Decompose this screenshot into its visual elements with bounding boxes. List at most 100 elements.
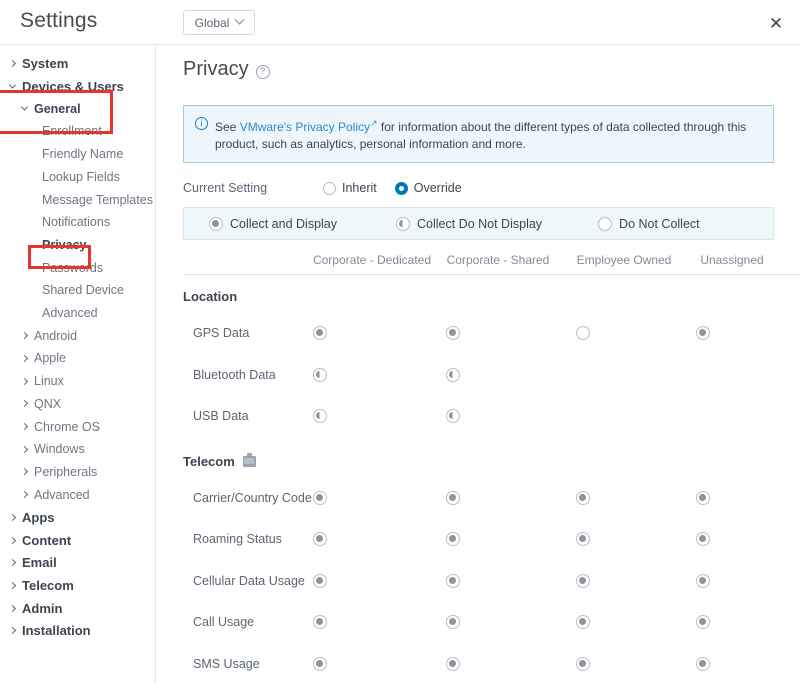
sidebar-item-label: Advanced: [42, 306, 98, 321]
table-row: Carrier/Country Code: [157, 488, 800, 510]
legend-item-empty[interactable]: Do Not Collect: [598, 216, 700, 231]
current-setting-radio-override[interactable]: Override: [394, 181, 462, 195]
sidebar-item-peripherals[interactable]: Peripherals: [0, 461, 155, 484]
privacy-state-toggle[interactable]: [313, 573, 327, 588]
privacy-state-toggle[interactable]: [446, 326, 460, 340]
sidebar-item-label: Passwords: [42, 260, 104, 275]
sidebar-item-advanced[interactable]: Advanced: [0, 483, 155, 506]
privacy-state-toggle[interactable]: [696, 615, 710, 629]
privacy-state-toggle[interactable]: [313, 367, 327, 382]
column-header: Employee Owned: [576, 253, 672, 267]
sidebar-item-general[interactable]: General: [0, 97, 155, 120]
row-label: Call Usage: [193, 615, 255, 629]
sidebar-item-enrollment[interactable]: Enrollment: [0, 120, 155, 143]
privacy-state-toggle[interactable]: [696, 490, 710, 505]
sidebar-item-chrome-os[interactable]: Chrome OS: [0, 415, 155, 438]
external-link-icon: ↗: [370, 118, 378, 128]
sidebar-item-installation[interactable]: Installation: [0, 620, 155, 643]
privacy-state-toggle[interactable]: [313, 656, 327, 671]
privacy-state-toggle[interactable]: [446, 532, 460, 546]
sidebar-item-android[interactable]: Android: [0, 324, 155, 347]
sidebar-item-friendly-name[interactable]: Friendly Name: [0, 143, 155, 166]
sidebar-item-label: Android: [34, 328, 78, 343]
sidebar-item-notifications[interactable]: Notifications: [0, 211, 155, 234]
current-setting-radio-inherit[interactable]: Inherit: [323, 181, 377, 195]
sidebar-item-message-templates[interactable]: Message Templates: [0, 188, 155, 211]
legend-label: Collect Do Not Display: [417, 216, 543, 231]
privacy-state-toggle[interactable]: [446, 615, 460, 629]
chevron-right-icon: [20, 332, 29, 340]
sidebar-item-privacy[interactable]: Privacy: [0, 234, 155, 257]
privacy-state-toggle[interactable]: [576, 532, 590, 546]
privacy-state-toggle[interactable]: [313, 326, 327, 340]
sidebar-item-label: Shared Device: [42, 283, 124, 298]
privacy-state-toggle[interactable]: [313, 532, 327, 546]
sidebar-item-devices-users[interactable]: Devices & Users: [0, 75, 155, 98]
privacy-state-toggle[interactable]: [696, 656, 710, 671]
privacy-state-toggle[interactable]: [576, 490, 590, 505]
sidebar-item-email[interactable]: Email: [0, 551, 155, 574]
privacy-state-toggle[interactable]: [576, 615, 590, 629]
sidebar-item-passwords[interactable]: Passwords: [0, 256, 155, 279]
sidebar-item-advanced[interactable]: Advanced: [0, 302, 155, 325]
sidebar-item-label: General: [34, 101, 81, 116]
sidebar-item-system[interactable]: System: [0, 52, 155, 75]
sidebar-item-admin[interactable]: Admin: [0, 597, 155, 620]
table-row: USB Data: [157, 406, 800, 428]
table-row: SMS Usage: [157, 654, 800, 676]
sidebar-item-label: Email: [22, 555, 57, 571]
content-title: Privacy ?: [183, 58, 270, 81]
scope-dropdown[interactable]: Global: [183, 10, 255, 35]
privacy-state-toggle[interactable]: [576, 573, 590, 588]
privacy-state-toggle[interactable]: [313, 615, 327, 629]
privacy-state-toggle[interactable]: [313, 490, 327, 505]
sidebar-item-linux[interactable]: Linux: [0, 370, 155, 393]
sidebar-item-apps[interactable]: Apps: [0, 506, 155, 529]
privacy-state-toggle[interactable]: [576, 656, 590, 671]
privacy-state-toggle[interactable]: [446, 490, 460, 505]
sidebar-item-windows[interactable]: Windows: [0, 438, 155, 461]
legend-item-half[interactable]: Collect Do Not Display: [396, 216, 543, 231]
content-title-text: Privacy: [183, 58, 249, 80]
sidebar-item-content[interactable]: Content: [0, 529, 155, 552]
privacy-state-toggle[interactable]: [446, 656, 460, 671]
sidebar-nav[interactable]: System Devices & Users General Enrollment Fr…: [0, 45, 156, 683]
sidebar-item-label: Devices & Users: [22, 78, 124, 94]
column-header: Corporate - Dedicated: [312, 253, 432, 267]
radio-label: Inherit: [342, 181, 377, 195]
state-full-icon: [696, 615, 710, 629]
chevron-right-icon: [8, 627, 17, 635]
sidebar-item-telecom[interactable]: Telecom: [0, 574, 155, 597]
sidebar-item-lookup-fields[interactable]: Lookup Fields: [0, 166, 155, 189]
state-full-icon: [446, 573, 460, 588]
privacy-state-toggle[interactable]: [313, 409, 327, 423]
privacy-state-toggle[interactable]: [446, 409, 460, 423]
chevron-right-icon: [20, 468, 29, 476]
sidebar-item-qnx[interactable]: QNX: [0, 393, 155, 416]
info-icon: i: [195, 117, 208, 130]
privacy-state-toggle[interactable]: [446, 573, 460, 588]
table-row: Bluetooth Data: [157, 365, 800, 387]
state-full-icon: [576, 573, 590, 588]
privacy-state-toggle[interactable]: [696, 573, 710, 588]
sidebar-item-label: Installation: [22, 623, 91, 639]
privacy-state-toggle[interactable]: [576, 326, 590, 340]
chevron-down-icon: [234, 14, 245, 25]
help-icon[interactable]: ?: [255, 65, 270, 79]
privacy-state-toggle[interactable]: [696, 532, 710, 546]
privacy-state-toggle[interactable]: [696, 326, 710, 340]
privacy-policy-link[interactable]: VMware's Privacy Policy: [240, 120, 370, 134]
column-header: Corporate - Shared: [446, 253, 550, 267]
sidebar-item-apple[interactable]: Apple: [0, 347, 155, 370]
radio-label: Override: [413, 181, 462, 195]
sidebar-item-shared-device[interactable]: Shared Device: [0, 279, 155, 302]
state-full-icon: [313, 656, 327, 671]
state-full-icon: [446, 656, 460, 671]
close-button[interactable]: ✕: [763, 10, 789, 36]
state-full-icon: [696, 656, 710, 671]
state-half-icon: [313, 409, 327, 423]
privacy-state-toggle[interactable]: [446, 367, 460, 382]
row-label: GPS Data: [193, 326, 250, 340]
legend-item-full[interactable]: Collect and Display: [209, 216, 337, 231]
table-row: GPS Data: [157, 323, 800, 345]
